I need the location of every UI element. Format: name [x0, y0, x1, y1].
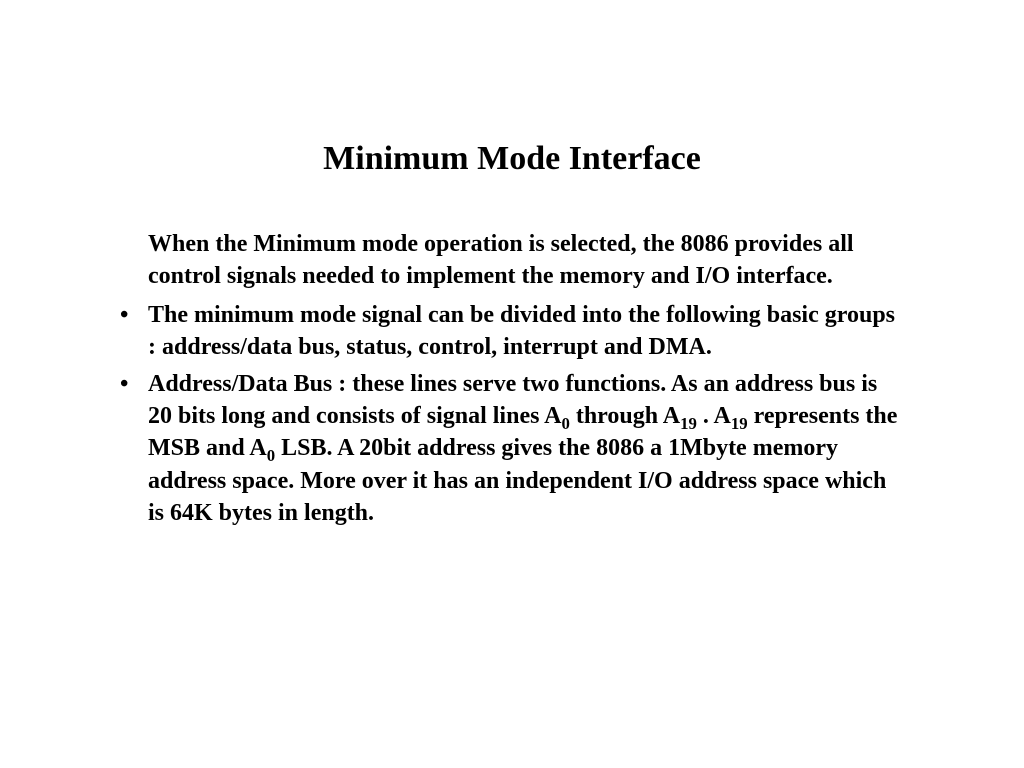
- bullet-text: . A: [697, 403, 731, 429]
- subscript: 19: [680, 414, 697, 433]
- list-item: The minimum mode signal can be divided i…: [120, 299, 904, 364]
- list-item: Address/Data Bus : these lines serve two…: [120, 368, 904, 530]
- slide-body: When the Minimum mode operation is selec…: [120, 228, 904, 530]
- slide-title: Minimum Mode Interface: [120, 140, 904, 178]
- bullet-text: The minimum mode signal can be divided i…: [148, 302, 895, 360]
- bullet-text: through A: [570, 403, 680, 429]
- bullet-list: The minimum mode signal can be divided i…: [120, 299, 904, 530]
- slide: Minimum Mode Interface When the Minimum …: [0, 0, 1024, 768]
- subscript: 19: [731, 414, 748, 433]
- intro-paragraph: When the Minimum mode operation is selec…: [148, 228, 904, 293]
- subscript: 0: [561, 414, 569, 433]
- subscript: 0: [267, 446, 275, 465]
